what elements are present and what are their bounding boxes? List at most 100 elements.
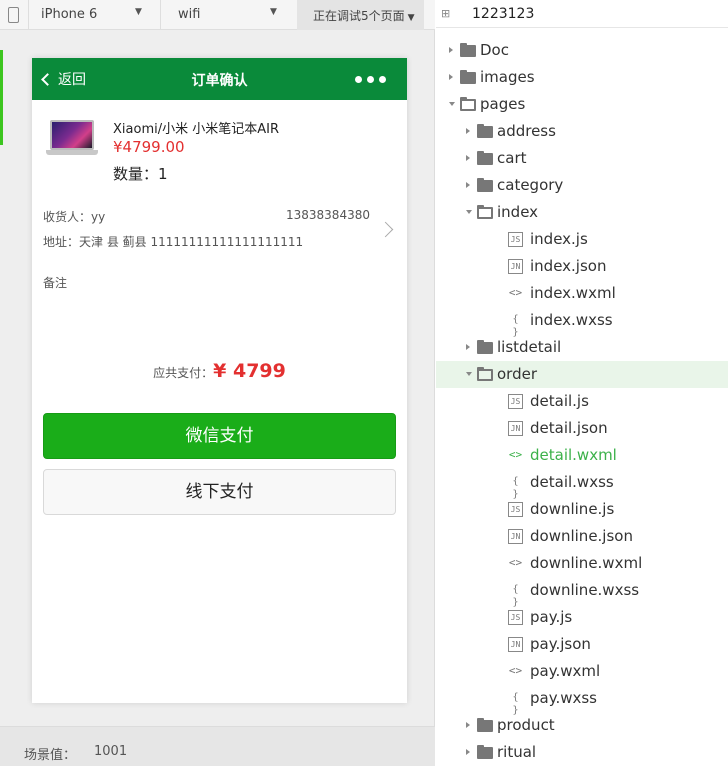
caret-right-icon[interactable] (466, 128, 470, 134)
file-tree-header: ⊞ 1223123 (436, 0, 728, 28)
dot-icon (355, 76, 362, 83)
toolbar-divider (28, 0, 29, 30)
more-menu-button[interactable] (355, 76, 386, 83)
tree-file-downline-js[interactable]: JS downline.js (436, 496, 728, 523)
tree-folder-index[interactable]: index (436, 199, 728, 226)
caret-down-icon[interactable] (449, 102, 455, 106)
tree-file-index-js[interactable]: JS index.js (436, 226, 728, 253)
tree-item-label: detail.wxss (530, 473, 614, 491)
tree-file-pay-wxss[interactable]: { } pay.wxss (436, 685, 728, 716)
tree-folder-ritual[interactable]: ritual (436, 739, 728, 766)
tree-file-pay-js[interactable]: JS pay.js (436, 604, 728, 631)
folder-icon (460, 43, 476, 57)
network-select[interactable]: wifi (178, 7, 200, 22)
page-title: 订单确认 (191, 73, 248, 89)
tree-file-index-wxml[interactable]: <> index.wxml (436, 280, 728, 307)
file-tree-panel: ⊞ 1223123 Doc images pages address cart categ… (436, 0, 728, 766)
caret-right-icon[interactable] (466, 749, 470, 755)
tree-folder-cart[interactable]: cart (436, 145, 728, 172)
tree-item-label: detail.json (530, 419, 608, 437)
address-line: 地址：天津 县 蓟县 11111111111111111111 (43, 235, 304, 249)
tree-folder-listdetail[interactable]: listdetail (436, 334, 728, 361)
folder-icon (477, 745, 493, 759)
caret-right-icon[interactable] (466, 155, 470, 161)
total-amount: ¥ 4799 (213, 360, 286, 382)
debug-pages-label: 正在调试5个页面 (313, 9, 405, 23)
tree-file-index-wxss[interactable]: { } index.wxss (436, 307, 728, 338)
tree-file-detail-js[interactable]: JS detail.js (436, 388, 728, 415)
scene-value[interactable]: 1001 (94, 744, 127, 759)
simulator-panel: iPhone 6 ▼ wifi ▼ 正在调试5个页面 ▼ 返回 订单确认 Xia… (0, 0, 435, 766)
tree-item-label: index (497, 203, 539, 221)
remark-field[interactable]: 备注 (43, 274, 67, 291)
tree-item-label: downline.wxss (530, 581, 640, 599)
chevron-right-icon (377, 221, 394, 238)
tree-file-pay-wxml[interactable]: <> pay.wxml (436, 658, 728, 685)
tree-item-label: pay.json (530, 635, 591, 653)
tree-structure-icon[interactable]: ⊞ (441, 7, 455, 21)
debug-pages-dropdown[interactable]: 正在调试5个页面 ▼ (297, 0, 424, 30)
tree-item-label: address (497, 122, 556, 140)
caret-right-icon[interactable] (466, 182, 470, 188)
phone-icon[interactable] (8, 7, 19, 23)
caret-down-icon[interactable] (466, 372, 472, 376)
dot-icon (379, 76, 386, 83)
tree-item-label: index.json (530, 257, 607, 275)
tree-file-index-json[interactable]: JN index.json (436, 253, 728, 280)
tree-item-label: Doc (480, 41, 509, 59)
tree-file-downline-wxss[interactable]: { } downline.wxss (436, 577, 728, 608)
tree-item-label: category (497, 176, 564, 194)
wxss-file-icon: { } (512, 692, 519, 716)
chevron-down-icon[interactable]: ▼ (135, 7, 142, 17)
json-file-icon: JN (508, 421, 523, 436)
caret-right-icon[interactable] (466, 722, 470, 728)
tree-folder-category[interactable]: category (436, 172, 728, 199)
js-file-icon: JS (508, 232, 523, 247)
folder-icon (477, 124, 493, 138)
tree-folder-images[interactable]: images (436, 64, 728, 91)
tree-file-detail-json[interactable]: JN detail.json (436, 415, 728, 442)
tree-item-label: detail.wxml (530, 446, 617, 464)
toolbar-divider (160, 0, 161, 30)
tree-folder-product[interactable]: product (436, 712, 728, 739)
caret-right-icon[interactable] (449, 47, 453, 53)
tree-folder-Doc[interactable]: Doc (436, 37, 728, 64)
folder-icon (477, 718, 493, 732)
caret-right-icon[interactable] (449, 74, 453, 80)
chevron-down-icon[interactable]: ▼ (270, 7, 277, 17)
wxml-file-icon: <> (508, 556, 523, 569)
offline-pay-button[interactable]: 线下支付 (43, 469, 396, 515)
scene-bar: 场景值： 1001 (0, 726, 435, 766)
active-marker (0, 50, 3, 145)
product-price: ¥4799.00 (113, 138, 185, 156)
wxml-file-icon: <> (508, 664, 523, 677)
device-select[interactable]: iPhone 6 (41, 7, 97, 22)
caret-down-icon[interactable] (466, 210, 472, 214)
receiver-name: 收货人：yy (43, 210, 106, 224)
folder-icon (460, 70, 476, 84)
tree-item-label: product (497, 716, 555, 734)
address-section[interactable]: 收货人：yy 13838384380 地址：天津 县 蓟县 1111111111… (32, 200, 407, 250)
tree-item-label: index.js (530, 230, 588, 248)
js-file-icon: JS (508, 502, 523, 517)
json-file-icon: JN (508, 637, 523, 652)
tree-folder-pages[interactable]: pages (436, 91, 728, 118)
wechat-pay-button[interactable]: 微信支付 (43, 413, 396, 459)
tree-item-label: downline.json (530, 527, 633, 545)
tree-folder-address[interactable]: address (436, 118, 728, 145)
tree-file-detail-wxml[interactable]: <> detail.wxml (436, 442, 728, 469)
tree-file-downline-wxml[interactable]: <> downline.wxml (436, 550, 728, 577)
wxss-file-icon: { } (512, 314, 519, 338)
tree-folder-order[interactable]: order (436, 361, 728, 388)
caret-right-icon[interactable] (466, 344, 470, 350)
tree-file-pay-json[interactable]: JN pay.json (436, 631, 728, 658)
tree-file-downline-json[interactable]: JN downline.json (436, 523, 728, 550)
scene-label: 场景值： (24, 748, 77, 763)
tree-file-detail-wxss[interactable]: { } detail.wxss (436, 469, 728, 500)
product-quantity: 数量：1 (113, 165, 168, 183)
laptop-screen (50, 120, 94, 150)
folder-icon (477, 340, 493, 354)
simulator-toolbar: iPhone 6 ▼ wifi ▼ 正在调试5个页面 ▼ (0, 0, 435, 30)
tree-item-label: downline.js (530, 500, 615, 518)
folder-icon (477, 178, 493, 192)
